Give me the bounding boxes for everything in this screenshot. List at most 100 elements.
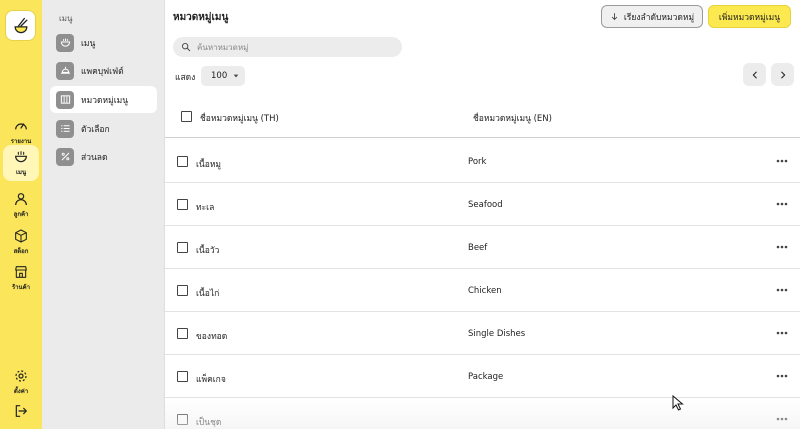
sub-item-buffet[interactable]: แพคบุฟเฟ่ต์ [50,57,157,84]
row-more-button[interactable] [774,370,790,382]
gear-icon [15,370,27,382]
store-icon [15,266,27,278]
sub-item-label: แพคบุฟเฟ่ต์ [81,66,124,77]
table-row[interactable]: เนื้อหมู Pork [165,140,800,183]
page-title: หมวดหมู่เมนู [173,12,229,23]
rail-item-label: ลูกค้า [13,211,29,218]
row-more-button[interactable] [774,155,790,167]
page-size-label: แสดง [175,73,196,83]
table-row[interactable]: ทะเล Seafood [165,183,800,226]
category-name-th: แพ็คเกจ [196,375,226,385]
row-more-button[interactable] [774,413,790,425]
category-name-en: Seafood [468,200,503,210]
more-horizontal-icon [776,374,788,378]
rail-item-menu[interactable]: เมนู [3,145,39,181]
category-name-en: Pork [468,157,487,167]
sub-item-discounts[interactable]: ส่วนลด [50,143,157,170]
main-content: หมวดหมู่เมนู เรียงลำดับหมวดหมู่ เพิ่มหมว… [165,0,800,429]
gauge-icon [15,123,27,130]
rail-item-label: ร้านค้า [11,284,31,291]
sort-button-label: เรียงลำดับหมวดหมู่ [623,12,695,23]
row-checkbox[interactable] [177,371,188,382]
select-all-checkbox[interactable] [181,111,192,122]
sub-sidebar-title: เมนู [59,14,73,23]
sub-sidebar: เมนู เมนู แพคบุฟเฟ่ต์ หมวดหมู่เมนู ตัวเล… [42,0,165,429]
next-page-button[interactable] [771,63,794,86]
row-checkbox[interactable] [177,199,188,210]
table-row[interactable]: แพ็คเกจ Package [165,355,800,398]
logout-button[interactable] [3,393,39,429]
bowl-icon [15,151,27,163]
row-checkbox[interactable] [177,328,188,339]
category-name-en: Beef [468,243,488,253]
sub-item-categories[interactable]: หมวดหมู่เมนู [50,86,157,113]
row-checkbox[interactable] [177,414,188,425]
chopsticks-bowl-icon [14,17,28,33]
row-checkbox[interactable] [177,156,188,167]
row-checkbox[interactable] [177,285,188,296]
sub-item-label: ตัวเลือก [81,124,110,135]
mouse-cursor-icon [672,395,684,411]
sub-item-label: เมนู [81,38,96,49]
user-icon [15,193,27,206]
chevron-left-icon [752,71,757,78]
chevron-right-icon [780,71,785,78]
table-row[interactable]: เนื้อไก่ Chicken [165,269,800,312]
sub-item-label: ส่วนลด [81,152,108,163]
columns-icon [56,90,74,109]
row-more-button[interactable] [774,284,790,296]
category-name-th: เนื้อไก่ [196,289,220,299]
rail-item-label: เมนู [15,169,27,176]
sub-item-options[interactable]: ตัวเลือก [50,115,157,142]
table-row[interactable]: ของทอด Single Dishes [165,312,800,355]
more-horizontal-icon [776,331,788,335]
logout-icon [15,405,27,417]
category-name-th: ทะเล [196,203,215,213]
sub-item-menu[interactable]: เมนู [50,29,157,56]
list-icon [56,119,74,138]
search-bar [173,37,402,57]
more-horizontal-icon [776,245,788,249]
rail-item-store[interactable]: ร้านค้า [3,260,39,296]
percent-icon [56,147,74,166]
search-input[interactable] [197,42,387,52]
category-name-th: เนื้อหมู [196,160,222,170]
sub-item-label: หมวดหมู่เมนู [81,95,129,106]
category-name-en: Chicken [468,286,502,296]
page-size-value: 100 [211,71,228,81]
add-category-button[interactable]: เพิ่มหมวดหมู่เมนู [708,5,791,28]
table-row[interactable]: เป็นชุด [165,398,800,429]
row-more-button[interactable] [774,327,790,339]
rail-item-stock[interactable]: สต็อก [3,224,39,260]
category-name-th: เป็นชุด [196,418,222,428]
rail-item-customers[interactable]: ลูกค้า [3,187,39,223]
more-horizontal-icon [776,202,788,206]
bowl-icon [56,33,74,52]
row-more-button[interactable] [774,241,790,253]
more-horizontal-icon [776,417,788,421]
rail-item-label: สต็อก [13,248,29,255]
more-horizontal-icon [776,288,788,292]
app-logo[interactable] [5,10,36,41]
sort-categories-button[interactable]: เรียงลำดับหมวดหมู่ [601,5,703,28]
cloche-icon [56,61,74,80]
box-icon [15,229,27,243]
search-icon [182,43,191,52]
prev-page-button[interactable] [743,63,766,86]
category-name-th: ของทอด [196,332,228,342]
row-more-button[interactable] [774,198,790,210]
category-name-th: เนื้อวัว [196,246,220,256]
table-row[interactable]: เนื้อวัว Beef [165,226,800,269]
main-rail: รายงาน เมนู ลูกค้า สต็อก ร้านค้า ตั้งค่า [0,0,42,429]
column-header-th: ชื่อหมวดหมู่เมนู (TH) [200,114,279,124]
more-horizontal-icon [776,159,788,163]
column-header-en: ชื่อหมวดหมู่เมนู (EN) [473,114,552,124]
arrow-down-icon [611,13,618,20]
category-name-en: Single Dishes [468,329,526,339]
page-size-select[interactable]: 100 [201,66,245,86]
category-name-en: Package [468,372,504,382]
table-header: ชื่อหมวดหมู่เมนู (TH) ชื่อหมวดหมู่เมนู (… [165,98,800,138]
row-checkbox[interactable] [177,242,188,253]
add-button-label: เพิ่มหมวดหมู่เมนู [718,12,781,23]
caret-down-icon [233,74,239,78]
